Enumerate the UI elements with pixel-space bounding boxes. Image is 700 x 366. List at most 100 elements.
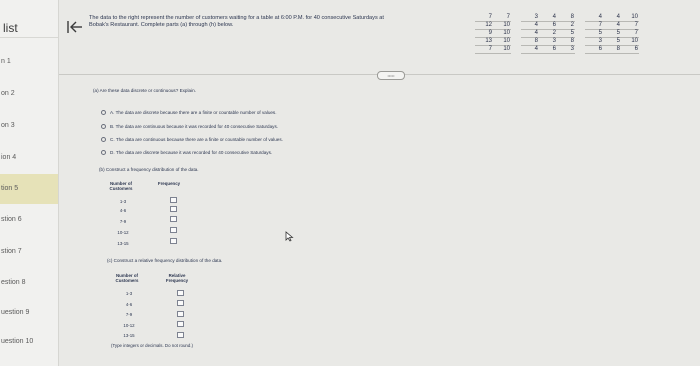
mouse-pointer-icon <box>285 231 294 242</box>
frequency-input[interactable] <box>170 227 177 233</box>
sidebar-item-question-1[interactable]: n 1 <box>0 50 58 74</box>
sidebar-item-question-2[interactable]: on 2 <box>0 82 58 106</box>
class-label: 7-9 <box>125 312 133 317</box>
relative-frequency-input[interactable] <box>177 300 184 306</box>
data-cell: 6 <box>585 45 603 54</box>
sidebar-item-label: n 1 <box>1 58 11 65</box>
data-table-row: 13 10 8 3 8 3 5 10 <box>475 37 639 46</box>
choice-a[interactable]: A. The data are discrete because there a… <box>101 110 277 115</box>
data-cell: 10 <box>493 21 511 30</box>
class-label: 4-6 <box>119 208 127 213</box>
sidebar-item-question-9[interactable]: uestion 9 <box>0 301 58 325</box>
sidebar-item-question-5[interactable]: tion 5 <box>0 174 58 204</box>
sidebar-item-label: uestion 9 <box>1 309 30 316</box>
data-cell: 5 <box>603 37 621 46</box>
relative-frequency-input[interactable] <box>177 290 184 296</box>
column-gap <box>511 46 521 54</box>
sidebar-item-label: uestion 10 <box>1 338 34 345</box>
data-cell: 2 <box>539 29 557 38</box>
data-cell: 4 <box>603 21 621 30</box>
data-cell: 8 <box>603 45 621 54</box>
question-list-sidebar: list n 1 on 2 on 3 ion 4 tion 5 stion 6 … <box>0 0 59 366</box>
relative-frequency-input[interactable] <box>177 321 184 327</box>
part-a-label: (a) Are these data discrete or continuou… <box>93 88 196 93</box>
class-label: 13-15 <box>123 333 135 338</box>
choice-letter: A. <box>110 110 115 115</box>
data-cell: 7 <box>475 45 493 54</box>
class-label: 4-6 <box>125 302 133 307</box>
sidebar-item-label: stion 7 <box>1 248 22 255</box>
class-label: 10-12 <box>117 230 129 235</box>
choice-letter: C. <box>110 137 115 142</box>
column-gap <box>575 38 585 46</box>
data-cell: 5 <box>585 29 603 38</box>
data-cell: 4 <box>521 21 539 30</box>
sidebar-item-question-3[interactable]: on 3 <box>0 114 58 138</box>
relative-frequency-input[interactable] <box>177 311 184 317</box>
expand-button[interactable]: ••••• <box>377 71 405 80</box>
data-table: 7 7 3 4 8 4 4 10 12 10 4 6 2 7 4 7 9 10 4 2 5 5 5 7 13 10 8 3 8 3 5 10 7… <box>475 14 639 54</box>
data-cell: 10 <box>493 45 511 54</box>
data-table-row: 7 7 3 4 8 4 4 10 <box>475 14 639 22</box>
data-cell: 10 <box>493 37 511 46</box>
choice-text: The data are discrete because there are … <box>115 110 277 115</box>
frequency-input[interactable] <box>170 197 177 203</box>
data-cell: 7 <box>475 14 493 22</box>
sidebar-item-question-7[interactable]: stion 7 <box>0 240 58 264</box>
data-cell: 9 <box>475 29 493 38</box>
radio-button[interactable] <box>101 110 106 115</box>
data-cell: 7 <box>621 29 639 38</box>
data-cell: 3 <box>539 37 557 46</box>
column-gap <box>511 38 521 46</box>
collapse-arrow-icon[interactable] <box>67 20 83 34</box>
choice-text: The data are continuous because there ar… <box>115 137 283 142</box>
sidebar-item-question-4[interactable]: ion 4 <box>0 146 58 170</box>
data-cell: 2 <box>557 21 575 30</box>
data-cell: 12 <box>475 21 493 30</box>
choice-letter: B. <box>110 124 115 129</box>
radio-button[interactable] <box>101 124 106 129</box>
data-cell: 4 <box>521 29 539 38</box>
column-header-customers: Number of Customers <box>109 181 133 191</box>
column-gap <box>575 46 585 54</box>
sidebar-item-question-6[interactable]: stion 6 <box>0 208 58 232</box>
frequency-input[interactable] <box>170 216 177 222</box>
data-cell: 10 <box>493 29 511 38</box>
choice-letter: D. <box>110 150 115 155</box>
choice-d[interactable]: D. The data are discrete because it was … <box>101 150 272 155</box>
data-cell: 8 <box>557 37 575 46</box>
choice-b[interactable]: B. The data are continuous because it wa… <box>101 124 278 129</box>
sidebar-item-label: on 2 <box>1 90 15 97</box>
column-gap <box>575 22 585 30</box>
data-cell: 6 <box>539 45 557 54</box>
data-cell: 6 <box>539 21 557 30</box>
column-gap <box>511 14 521 22</box>
radio-button[interactable] <box>101 150 106 155</box>
data-table-row: 7 10 4 6 3 6 8 6 <box>475 45 639 54</box>
data-cell: 6 <box>621 45 639 54</box>
data-cell: 5 <box>557 29 575 38</box>
choice-c[interactable]: C. The data are continuous because there… <box>101 137 283 142</box>
data-cell: 3 <box>585 37 603 46</box>
data-cell: 5 <box>603 29 621 38</box>
radio-button[interactable] <box>101 137 106 142</box>
data-cell: 4 <box>603 14 621 22</box>
choice-text: The data are continuous because it was r… <box>115 124 279 129</box>
data-cell: 4 <box>539 14 557 22</box>
frequency-input[interactable] <box>170 238 177 244</box>
sidebar-item-question-10[interactable]: uestion 10 <box>0 330 58 354</box>
column-gap <box>511 30 521 38</box>
class-label: 13-15 <box>117 241 129 246</box>
column-header-relative-frequency: Relative Frequency <box>165 273 189 283</box>
frequency-input[interactable] <box>170 206 177 212</box>
part-c-label: (c) Construct a relative frequency distr… <box>107 258 223 263</box>
data-cell: 10 <box>621 14 639 22</box>
data-cell: 4 <box>521 45 539 54</box>
column-gap <box>575 14 585 22</box>
choice-text: The data are discrete because it was rec… <box>115 150 273 155</box>
column-header-frequency: Frequency <box>157 181 181 186</box>
relative-frequency-input[interactable] <box>177 332 184 338</box>
sidebar-item-question-8[interactable]: estion 8 <box>0 271 58 295</box>
data-cell: 10 <box>621 37 639 46</box>
data-cell: 8 <box>521 37 539 46</box>
